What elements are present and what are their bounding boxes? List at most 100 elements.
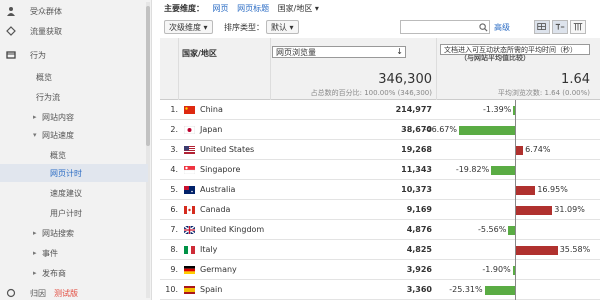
- table-row[interactable]: 6. Canada 9,169 31.09%: [160, 200, 600, 220]
- country-link[interactable]: United Kingdom: [200, 225, 264, 234]
- country-link[interactable]: Germany: [200, 265, 237, 274]
- comparison-axis: [515, 100, 516, 300]
- flag-icon: [183, 125, 196, 135]
- dimension-link-page-title[interactable]: 网页标题: [237, 4, 269, 13]
- comparison-bar: [515, 206, 553, 215]
- dimension-link-page[interactable]: 网页: [213, 4, 229, 13]
- sidebar-item[interactable]: 行为: [0, 46, 148, 64]
- row-rank: 8.: [170, 245, 178, 254]
- view-comparison-button[interactable]: [552, 20, 568, 34]
- sidebar-item[interactable]: ▸ 事件: [0, 244, 148, 262]
- view-table-button[interactable]: [534, 20, 550, 34]
- table-row[interactable]: 10. Spain 3,360 -25.31%: [160, 280, 600, 300]
- sidebar-item-label: 网站内容: [42, 112, 74, 122]
- sidebar-item[interactable]: 行为流: [0, 88, 148, 106]
- sidebar-item[interactable]: 流量获取: [0, 22, 148, 40]
- table-row[interactable]: 2. Japan 38,670 -46.67%: [160, 120, 600, 140]
- dimension-current[interactable]: 国家/地区 ▾: [278, 4, 319, 13]
- caret-right-icon[interactable]: ▸: [33, 249, 37, 257]
- table-row[interactable]: 8. Italy 4,825 35.58%: [160, 240, 600, 260]
- pageviews-value: 19,268: [401, 145, 432, 154]
- secondary-dimension-label: 次级维度: [169, 22, 201, 32]
- comparison-percent: 35.58%: [559, 245, 591, 254]
- caret-down-icon[interactable]: ▾: [33, 131, 37, 139]
- pageviews-value: 4,876: [406, 225, 432, 234]
- sidebar-item[interactable]: ▸ 发布商: [0, 264, 148, 282]
- table-row[interactable]: 5. Australia 10,373 16.95%: [160, 180, 600, 200]
- search-input[interactable]: [400, 20, 490, 34]
- flag-icon: [184, 246, 195, 254]
- sidebar-item-label: 网站搜索: [42, 228, 74, 238]
- sidebar-item[interactable]: ▸ 网站搜索: [0, 224, 148, 242]
- caret-right-icon[interactable]: ▸: [33, 229, 37, 237]
- search-icon[interactable]: [479, 23, 488, 32]
- sort-type-label: 排序类型：: [224, 23, 264, 32]
- sidebar-item-label: 用户计时: [50, 208, 82, 218]
- flag-icon: [184, 266, 195, 274]
- country-link[interactable]: Spain: [200, 285, 222, 294]
- total-pageviews: 346,300: [378, 72, 432, 87]
- sidebar-item[interactable]: ▾ 网站速度: [0, 126, 148, 144]
- sort-type-select[interactable]: 默认 ▾: [266, 20, 299, 34]
- sidebar-item[interactable]: 速度建议: [0, 184, 148, 202]
- country-link[interactable]: China: [200, 105, 223, 114]
- flag-icon: [183, 205, 196, 215]
- table-row[interactable]: 1. China 214,977 -1.39%: [160, 100, 600, 120]
- sort-arrow-icon[interactable]: ↓: [396, 47, 403, 56]
- table-view-icon: [537, 23, 546, 30]
- comparison-percent: -1.39%: [483, 105, 512, 114]
- sidebar-item-label: 受众群体: [30, 6, 62, 16]
- comparison-bar: [515, 246, 558, 255]
- comparison-bar: [508, 226, 515, 235]
- flag-icon: [184, 286, 195, 294]
- view-pivot-button[interactable]: [570, 20, 586, 34]
- pivot-view-icon: [573, 23, 583, 31]
- comparison-percent: -46.67%: [423, 125, 457, 134]
- comparison-bar: [515, 186, 536, 195]
- metric2-subtitle: （与网站平均值比较）: [460, 54, 530, 62]
- sidebar-item[interactable]: 网页计时: [0, 164, 148, 182]
- pageviews-value: 3,926: [406, 265, 432, 274]
- sidebar-item[interactable]: ▸ 网站内容: [0, 108, 148, 126]
- advanced-link[interactable]: 高级: [494, 22, 510, 33]
- table-header: 国家/地区 网页浏览量 ↓ 文档进入可互动状态所需的平均时间（秒） （与网站平均…: [160, 38, 600, 100]
- country-link[interactable]: Canada: [200, 205, 230, 214]
- secondary-dimension-button[interactable]: 次级维度 ▾: [164, 20, 213, 34]
- table-row[interactable]: 4. Singapore 11,343 -19.82%: [160, 160, 600, 180]
- row-rank: 6.: [170, 205, 178, 214]
- pageviews-value: 3,360: [406, 285, 432, 294]
- sidebar-item-label: 发布商: [42, 268, 66, 278]
- table-row[interactable]: 9. Germany 3,926 -1.90%: [160, 260, 600, 280]
- sidebar-item[interactable]: 概览: [0, 146, 148, 164]
- beta-badge: 测试版: [54, 288, 78, 298]
- row-rank: 9.: [170, 265, 178, 274]
- comparison-percent: -1.90%: [482, 265, 511, 274]
- sidebar-item-label: 归因: [30, 288, 46, 298]
- sidebar-item[interactable]: 归因 测试版: [0, 284, 148, 300]
- row-rank: 1.: [170, 105, 178, 114]
- comparison-percent: 31.09%: [554, 205, 585, 214]
- row-rank: 7.: [170, 225, 178, 234]
- total-pageviews-note: 占总数的百分比: 100.00% (346,300): [310, 89, 432, 97]
- table-row[interactable]: 3. United States 19,268 6.74%: [160, 140, 600, 160]
- metric1-select[interactable]: 网页浏览量 ↓: [272, 46, 406, 58]
- caret-right-icon[interactable]: ▸: [33, 269, 37, 277]
- data-table: 国家/地区 网页浏览量 ↓ 文档进入可互动状态所需的平均时间（秒） （与网站平均…: [160, 38, 600, 300]
- sidebar-item[interactable]: 受众群体: [0, 2, 148, 20]
- row-rank: 5.: [170, 185, 178, 194]
- caret-right-icon[interactable]: ▸: [33, 113, 37, 121]
- country-link[interactable]: United States: [200, 145, 254, 154]
- table-row[interactable]: 7. United Kingdom 4,876 -5.56%: [160, 220, 600, 240]
- flag-icon: [184, 146, 195, 154]
- country-link[interactable]: Japan: [200, 125, 222, 134]
- country-link[interactable]: Singapore: [200, 165, 240, 174]
- comparison-percent: -25.31%: [449, 285, 483, 294]
- sidebar-item[interactable]: 用户计时: [0, 204, 148, 222]
- column-header-country[interactable]: 国家/地区: [182, 48, 217, 59]
- country-link[interactable]: Italy: [200, 245, 217, 254]
- sidebar-item[interactable]: 概览: [0, 68, 148, 86]
- flag-icon: [184, 186, 195, 194]
- flag-icon: [183, 225, 196, 235]
- country-link[interactable]: Australia: [200, 185, 235, 194]
- sidebar-item-label: 网页计时: [50, 168, 82, 178]
